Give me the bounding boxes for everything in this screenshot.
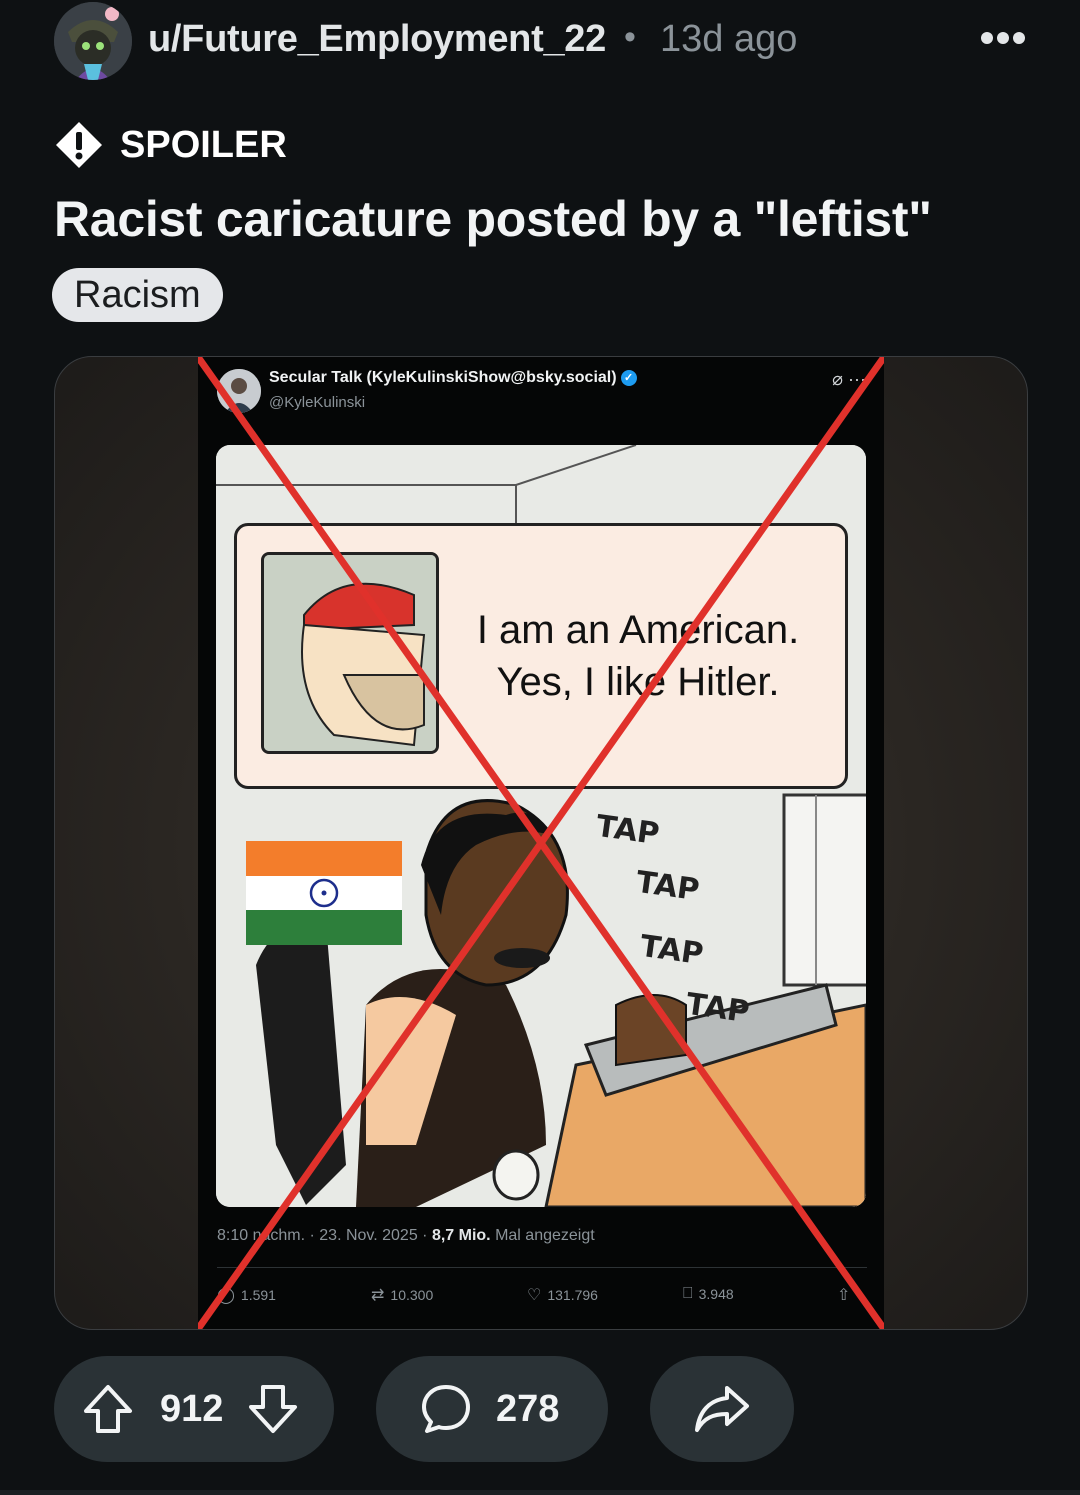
share-icon (695, 1386, 749, 1432)
post-author[interactable]: u/Future_Employment_22 (148, 18, 606, 61)
upvote-count: 912 (160, 1387, 224, 1430)
comments-button[interactable]: 278 (376, 1356, 608, 1462)
comment-icon (422, 1385, 470, 1433)
vote-pill: 912 (54, 1356, 334, 1462)
upvote-icon[interactable] (80, 1381, 136, 1437)
red-cross-out (198, 357, 884, 1329)
downvote-icon[interactable] (245, 1381, 301, 1437)
bottom-divider (0, 1490, 1080, 1495)
user-avatar[interactable] (54, 2, 132, 80)
post-flair[interactable]: Racism (52, 268, 223, 322)
warning-icon (56, 122, 102, 168)
spoiler-tag: SPOILER (54, 118, 287, 172)
comment-count: 278 (496, 1387, 560, 1430)
share-button[interactable] (650, 1356, 794, 1462)
post-header: u/Future_Employment_22 • 13d ago (54, 0, 1026, 90)
separator-dot: • (624, 18, 636, 56)
post-image[interactable]: Secular Talk (KyleKulinskiShow@bsky.soci… (54, 356, 1028, 1330)
more-options-icon[interactable] (980, 10, 1026, 55)
spoiler-label: SPOILER (120, 123, 287, 166)
post-time: 13d ago (660, 18, 798, 60)
tweet-screenshot: Secular Talk (KyleKulinskiShow@bsky.soci… (198, 357, 884, 1329)
post-title[interactable]: Racist caricature posted by a "leftist" (54, 190, 932, 248)
